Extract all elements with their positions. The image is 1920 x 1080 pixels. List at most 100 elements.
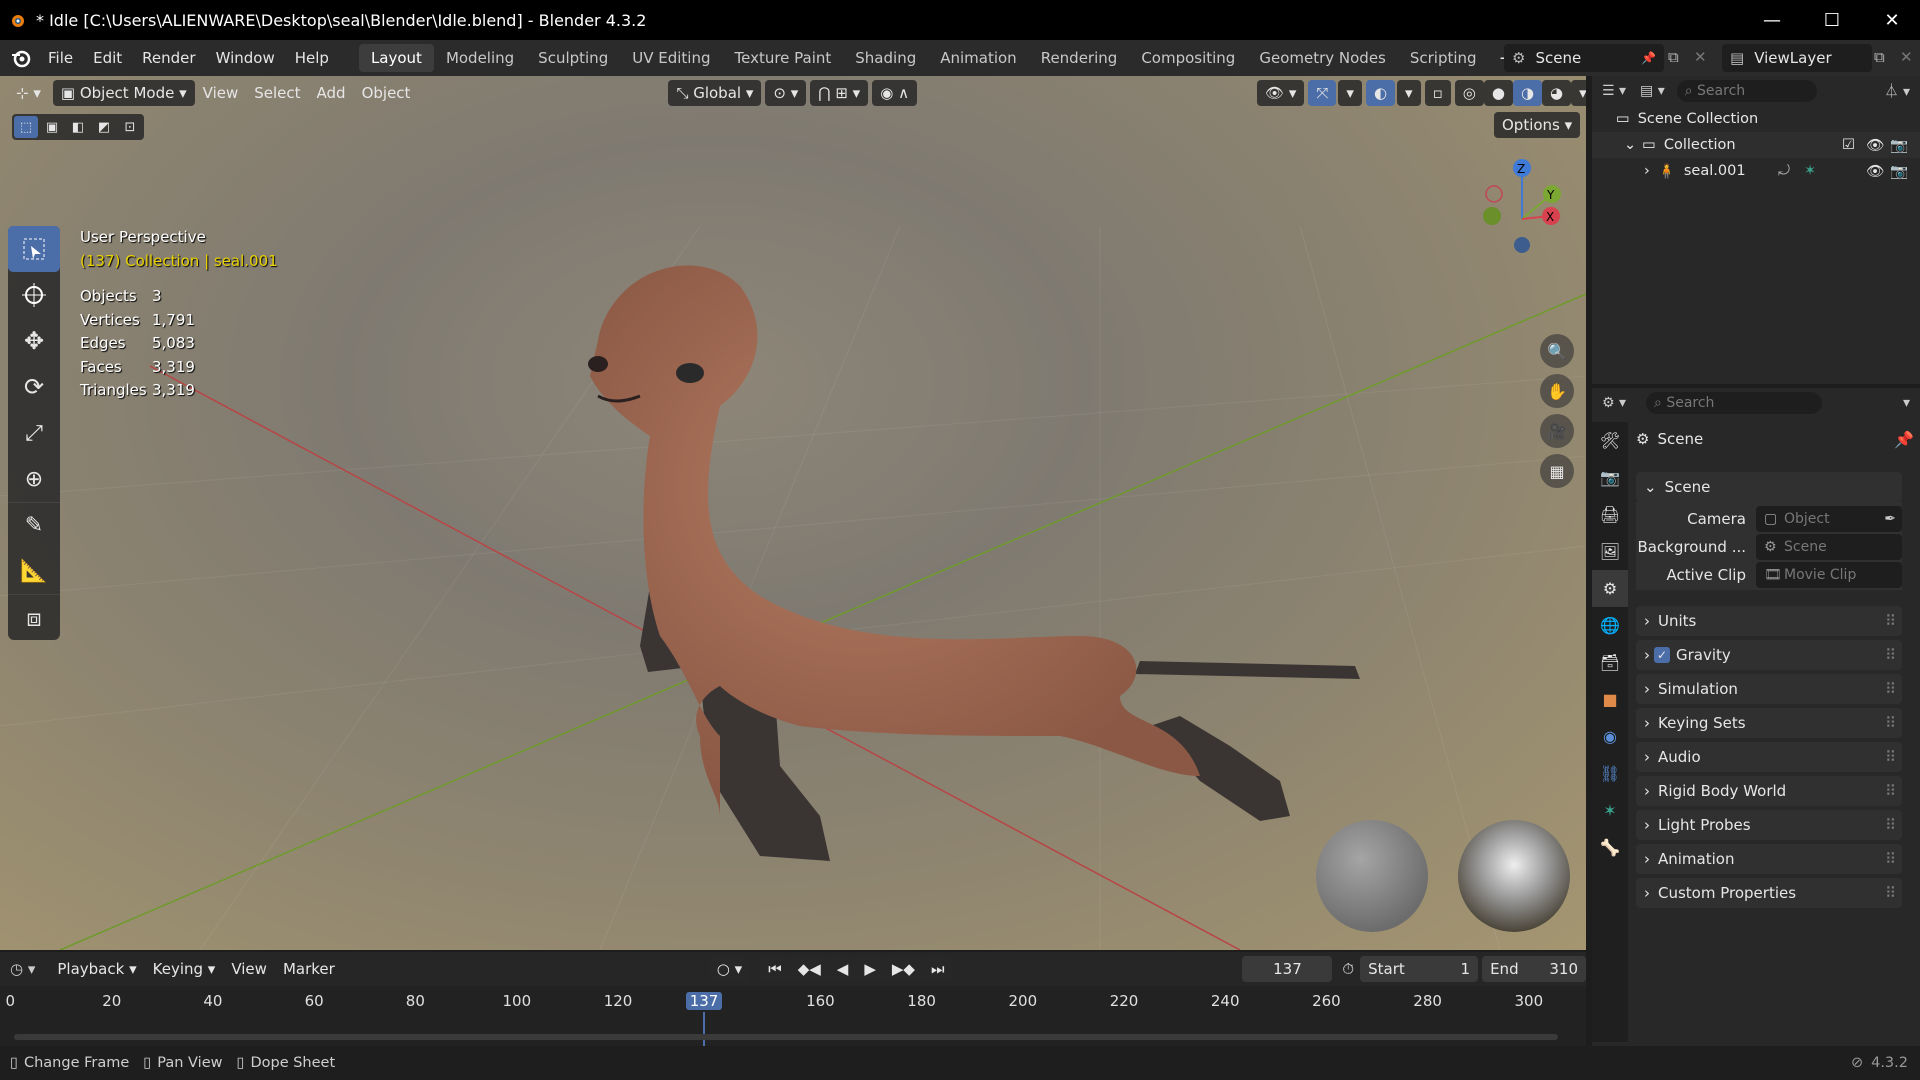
select-box-tool[interactable] xyxy=(8,226,60,272)
drag-handle-icon[interactable]: ⠿ xyxy=(1885,612,1896,630)
jump-end-icon[interactable]: ⏭ xyxy=(922,956,953,982)
xray-toggle-icon[interactable]: ▫ xyxy=(1424,80,1451,106)
delete-scene-icon[interactable]: ✕ xyxy=(1694,48,1707,66)
panel-custom-properties[interactable]: › Custom Properties ⠿ xyxy=(1636,878,1902,908)
view-layer-selector[interactable]: ▤ ViewLayer xyxy=(1722,44,1872,72)
options-dropdown[interactable]: Options ▾ xyxy=(1494,112,1581,138)
exclude-checkbox[interactable]: ☑ xyxy=(1842,137,1855,153)
render-camera-icon[interactable]: 📷 xyxy=(1890,137,1908,154)
snap-icon[interactable]: ⋂ ⊞ ▾ xyxy=(810,80,869,106)
collection-tab-icon[interactable]: 🗃 xyxy=(1592,644,1628,681)
minimize-button[interactable]: — xyxy=(1742,0,1802,40)
outliner-search-input[interactable]: ⌕ Search xyxy=(1676,80,1817,102)
select-new-icon[interactable]: ⬚ xyxy=(14,116,38,138)
drag-handle-icon[interactable]: ⠿ xyxy=(1885,646,1896,664)
pin-context-icon[interactable]: 📌 xyxy=(1894,430,1914,449)
display-mode-icon[interactable]: ▤ ▾ xyxy=(1640,83,1665,99)
select-invert-icon[interactable]: ◩ xyxy=(92,116,116,138)
background-scene-field[interactable]: ⚙ Scene xyxy=(1756,534,1902,560)
outliner-collection-row[interactable]: ⌄ ▭ Collection ☑ 👁 📷 xyxy=(1592,132,1920,158)
pan-hand-icon[interactable]: ✋ xyxy=(1540,374,1574,408)
scene-selector[interactable]: ⚙ Scene 📌 xyxy=(1504,44,1664,72)
move-tool[interactable]: ✥ xyxy=(8,318,60,364)
end-frame-field[interactable]: End 310 xyxy=(1482,956,1587,982)
output-tab-icon[interactable]: 🖨 xyxy=(1592,496,1628,533)
delete-view-layer-icon[interactable]: ✕ xyxy=(1900,48,1913,66)
panel-gravity[interactable]: › ✓ Gravity ⠿ xyxy=(1636,640,1902,670)
select-intersect-icon[interactable]: ⊡ xyxy=(118,116,142,138)
play-icon[interactable]: ▶ xyxy=(856,956,884,982)
tab-scripting[interactable]: Scripting xyxy=(1398,44,1489,72)
constraints-tab-icon[interactable]: ⛓ xyxy=(1592,755,1628,792)
tab-animation[interactable]: Animation xyxy=(928,44,1028,72)
timeline-ruler[interactable]: 0 20 40 60 80 100 120 137 160 180 200 220 240 260 280 3… xyxy=(0,986,1586,1046)
zoom-icon[interactable]: 🔍 xyxy=(1540,334,1574,368)
current-frame-field[interactable]: 137 xyxy=(1242,956,1333,982)
tab-modeling[interactable]: Modeling xyxy=(434,44,526,72)
tab-shading[interactable]: Shading xyxy=(843,44,928,72)
material-preview-shading-icon[interactable]: ◑ xyxy=(1512,80,1543,106)
drag-handle-icon[interactable]: ⠿ xyxy=(1885,884,1896,902)
cursor-tool[interactable] xyxy=(8,272,60,318)
playback-menu[interactable]: Playback ▾ xyxy=(49,956,144,982)
overlays-toggle-icon[interactable]: ◐ xyxy=(1365,80,1396,106)
drag-handle-icon[interactable]: ⠿ xyxy=(1885,680,1896,698)
bone-tab-icon[interactable]: 🦴 xyxy=(1592,829,1628,866)
properties-search-input[interactable]: ⌕ Search xyxy=(1646,392,1823,414)
render-camera-icon[interactable]: 📷 xyxy=(1890,163,1908,180)
visibility-eye-icon[interactable]: 👁 xyxy=(1866,137,1884,154)
jump-keyframe-back-icon[interactable]: ◆◀ xyxy=(789,956,829,982)
new-scene-icon[interactable]: ⧉ xyxy=(1668,48,1679,66)
new-view-layer-icon[interactable]: ⧉ xyxy=(1874,48,1885,66)
menu-help[interactable]: Help xyxy=(285,49,339,67)
tab-uv-editing[interactable]: UV Editing xyxy=(620,44,722,72)
expand-chevron-icon[interactable]: › xyxy=(1644,163,1650,179)
active-clip-field[interactable]: 🎞 Movie Clip xyxy=(1756,562,1902,588)
view-layer-tab-icon[interactable]: 🖼 xyxy=(1592,533,1628,570)
object-data-tab-icon[interactable]: ✶ xyxy=(1592,792,1628,829)
select-subtract-icon[interactable]: ◧ xyxy=(66,116,90,138)
panel-scene-header[interactable]: ⌄ Scene xyxy=(1636,472,1902,502)
wireframe-shading-icon[interactable]: ◎ xyxy=(1454,80,1484,106)
blender-menu-icon[interactable] xyxy=(10,47,32,69)
outliner-scene-collection[interactable]: ▭ Scene Collection xyxy=(1592,106,1920,132)
drag-handle-icon[interactable]: ⠿ xyxy=(1885,816,1896,834)
stopwatch-icon[interactable]: ⏱ xyxy=(1342,960,1354,978)
viewport-menu-object[interactable]: Object xyxy=(354,80,419,106)
menu-window[interactable]: Window xyxy=(206,49,285,67)
tab-texture-paint[interactable]: Texture Paint xyxy=(722,44,843,72)
jump-start-icon[interactable]: ⏮ xyxy=(760,956,790,982)
menu-edit[interactable]: Edit xyxy=(83,49,132,67)
tab-rendering[interactable]: Rendering xyxy=(1029,44,1130,72)
timeline-editor-type-icon[interactable]: ◷ ▾ xyxy=(10,960,35,978)
proportional-editing-icon[interactable]: ◉ ∧ xyxy=(872,80,918,106)
drag-handle-icon[interactable]: ⠿ xyxy=(1885,850,1896,868)
start-frame-field[interactable]: Start 1 xyxy=(1360,956,1479,982)
panel-animation[interactable]: › Animation ⠿ xyxy=(1636,844,1902,874)
gravity-checkbox[interactable]: ✓ xyxy=(1654,647,1670,663)
annotate-tool[interactable]: ✎ xyxy=(8,502,60,548)
editor-type-icon[interactable]: ⊹ ▾ xyxy=(8,80,49,106)
viewport-menu-select[interactable]: Select xyxy=(246,80,308,106)
visibility-eye-icon[interactable]: 👁 xyxy=(1866,163,1884,180)
jump-keyframe-forward-icon[interactable]: ▶◆ xyxy=(883,956,923,982)
panel-simulation[interactable]: › Simulation ⠿ xyxy=(1636,674,1902,704)
pin-icon[interactable]: 📌 xyxy=(1641,51,1656,65)
panel-keying-sets[interactable]: › Keying Sets ⠿ xyxy=(1636,708,1902,738)
render-tab-icon[interactable]: 📷 xyxy=(1592,459,1628,496)
gizmo-dropdown-icon[interactable]: ▾ xyxy=(1338,80,1362,106)
properties-editor-type-icon[interactable]: ⚙ ▾ xyxy=(1602,395,1626,411)
shading-dropdown-icon[interactable]: ▾ xyxy=(1571,80,1586,106)
tab-geometry-nodes[interactable]: Geometry Nodes xyxy=(1247,44,1398,72)
play-reverse-icon[interactable]: ◀ xyxy=(828,956,857,982)
navigation-gizmo[interactable]: Z Y X xyxy=(1483,159,1561,253)
filter-icon[interactable]: ⏃ ▾ xyxy=(1885,81,1910,101)
add-cube-tool[interactable]: ⧈ xyxy=(8,594,60,640)
panel-rigid-body-world[interactable]: › Rigid Body World ⠿ xyxy=(1636,776,1902,806)
menu-file[interactable]: File xyxy=(38,49,83,67)
timeline-scrollbar[interactable] xyxy=(14,1034,1558,1040)
eyedropper-icon[interactable]: ✒ xyxy=(1884,511,1896,527)
playhead-line[interactable] xyxy=(703,1012,706,1046)
ortho-toggle-icon[interactable]: ▦ xyxy=(1540,454,1574,488)
menu-render[interactable]: Render xyxy=(132,49,205,67)
